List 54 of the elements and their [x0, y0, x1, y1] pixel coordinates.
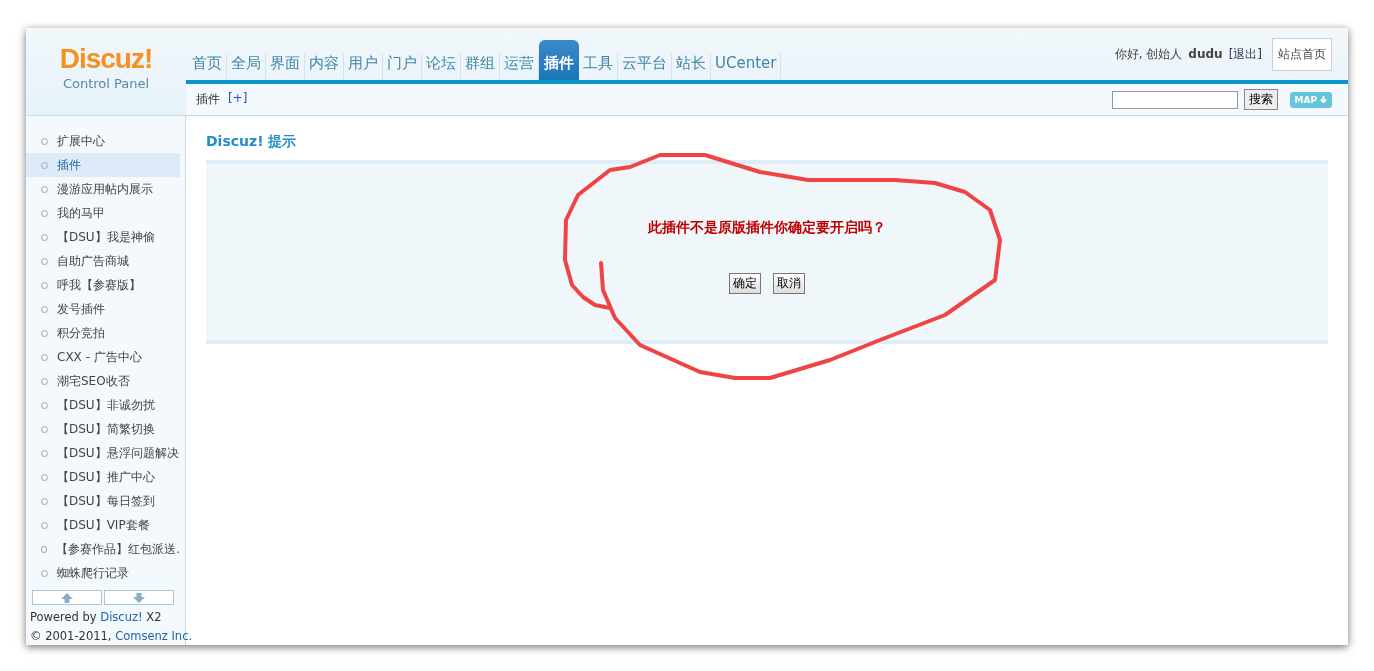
sidebar-item[interactable]: 【参赛作品】红包派送. [26, 537, 180, 561]
sidebar-item[interactable]: 插件 [26, 153, 180, 177]
scroll-down-button[interactable] [104, 590, 174, 605]
nav-tab[interactable]: 用户 [344, 54, 383, 80]
sidebar-item[interactable]: 呼我【参赛版】 [26, 273, 180, 297]
logout-link[interactable]: [退出] [1228, 45, 1262, 63]
arrow-up-icon [61, 592, 73, 603]
sidebar-item[interactable]: 发号插件 [26, 297, 180, 321]
greeting-text: 你好, 创始人 [1114, 45, 1183, 63]
search-button[interactable]: 搜索 [1244, 89, 1279, 110]
scroll-up-button[interactable] [32, 590, 102, 605]
nav-tab[interactable]: 论坛 [422, 54, 461, 80]
sidebar-item[interactable]: 积分竞拍 [26, 321, 180, 345]
dialog-button[interactable]: 确定 [729, 273, 761, 294]
nav-tab[interactable]: 内容 [305, 54, 344, 80]
message-title: Discuz! 提示 [206, 133, 298, 151]
site-home-button[interactable]: 站点首页 [1272, 37, 1332, 71]
powered-by-text: Powered by Discuz! X2 [29, 609, 163, 626]
nav-tab[interactable]: 全局 [227, 54, 266, 80]
sidebar-item[interactable]: 蜘蛛爬行记录 [26, 561, 180, 585]
dialog-button[interactable]: 取消 [773, 273, 805, 294]
sidebar-item[interactable]: 【DSU】VIP套餐 [26, 513, 180, 537]
sidebar-item[interactable]: 扩展中心 [26, 129, 180, 153]
logo-subtitle: Control Panel [62, 76, 150, 91]
sidebar-item[interactable]: CXX - 广告中心 [26, 345, 180, 369]
sidebar-item[interactable]: 潮宅SEO收否 [26, 369, 180, 393]
sidebar-item[interactable]: 【DSU】我是神偷 [26, 225, 180, 249]
add-link[interactable]: [+] [228, 91, 248, 108]
sidebar-item[interactable]: 自助广告商城 [26, 249, 180, 273]
nav-tab[interactable]: UCenter [711, 54, 782, 80]
nav-tab[interactable]: 群组 [461, 54, 500, 80]
sidebar-item[interactable]: 【DSU】简繁切换 [26, 417, 180, 441]
nav-tab[interactable]: 插件 [539, 40, 579, 80]
arrow-down-icon [1319, 95, 1328, 104]
nav-tab[interactable]: 云平台 [618, 54, 672, 80]
logo-title: Discuz! [59, 44, 153, 74]
breadcrumb-text: 插件 [196, 91, 220, 108]
message-text: 此插件不是原版插件你确定要开启吗？ [648, 219, 886, 237]
comsenz-link[interactable]: Comsenz Inc. [115, 629, 193, 643]
search-field[interactable] [1112, 90, 1239, 109]
discuz-link[interactable]: Discuz! [100, 610, 143, 624]
sidebar-item[interactable]: 【DSU】每日签到 [26, 489, 180, 513]
arrow-down-icon [133, 592, 145, 603]
username: dudu [1188, 47, 1223, 61]
nav-tab[interactable]: 站长 [672, 54, 711, 80]
nav-tab[interactable]: 工具 [579, 54, 618, 80]
nav-tab[interactable]: 界面 [266, 54, 305, 80]
sidebar-item[interactable]: 【DSU】推广中心 [26, 465, 180, 489]
nav-tab[interactable]: 门户 [383, 54, 422, 80]
sidebar-item[interactable]: 我的马甲 [26, 201, 180, 225]
sidebar-item[interactable]: 【DSU】非诚勿扰 [26, 393, 180, 417]
sidebar-item[interactable]: 【DSU】悬浮问题解决 [26, 441, 180, 465]
nav-tab[interactable]: 首页 [188, 54, 227, 80]
sidebar-item[interactable]: 漫游应用帖内展示 [26, 177, 180, 201]
